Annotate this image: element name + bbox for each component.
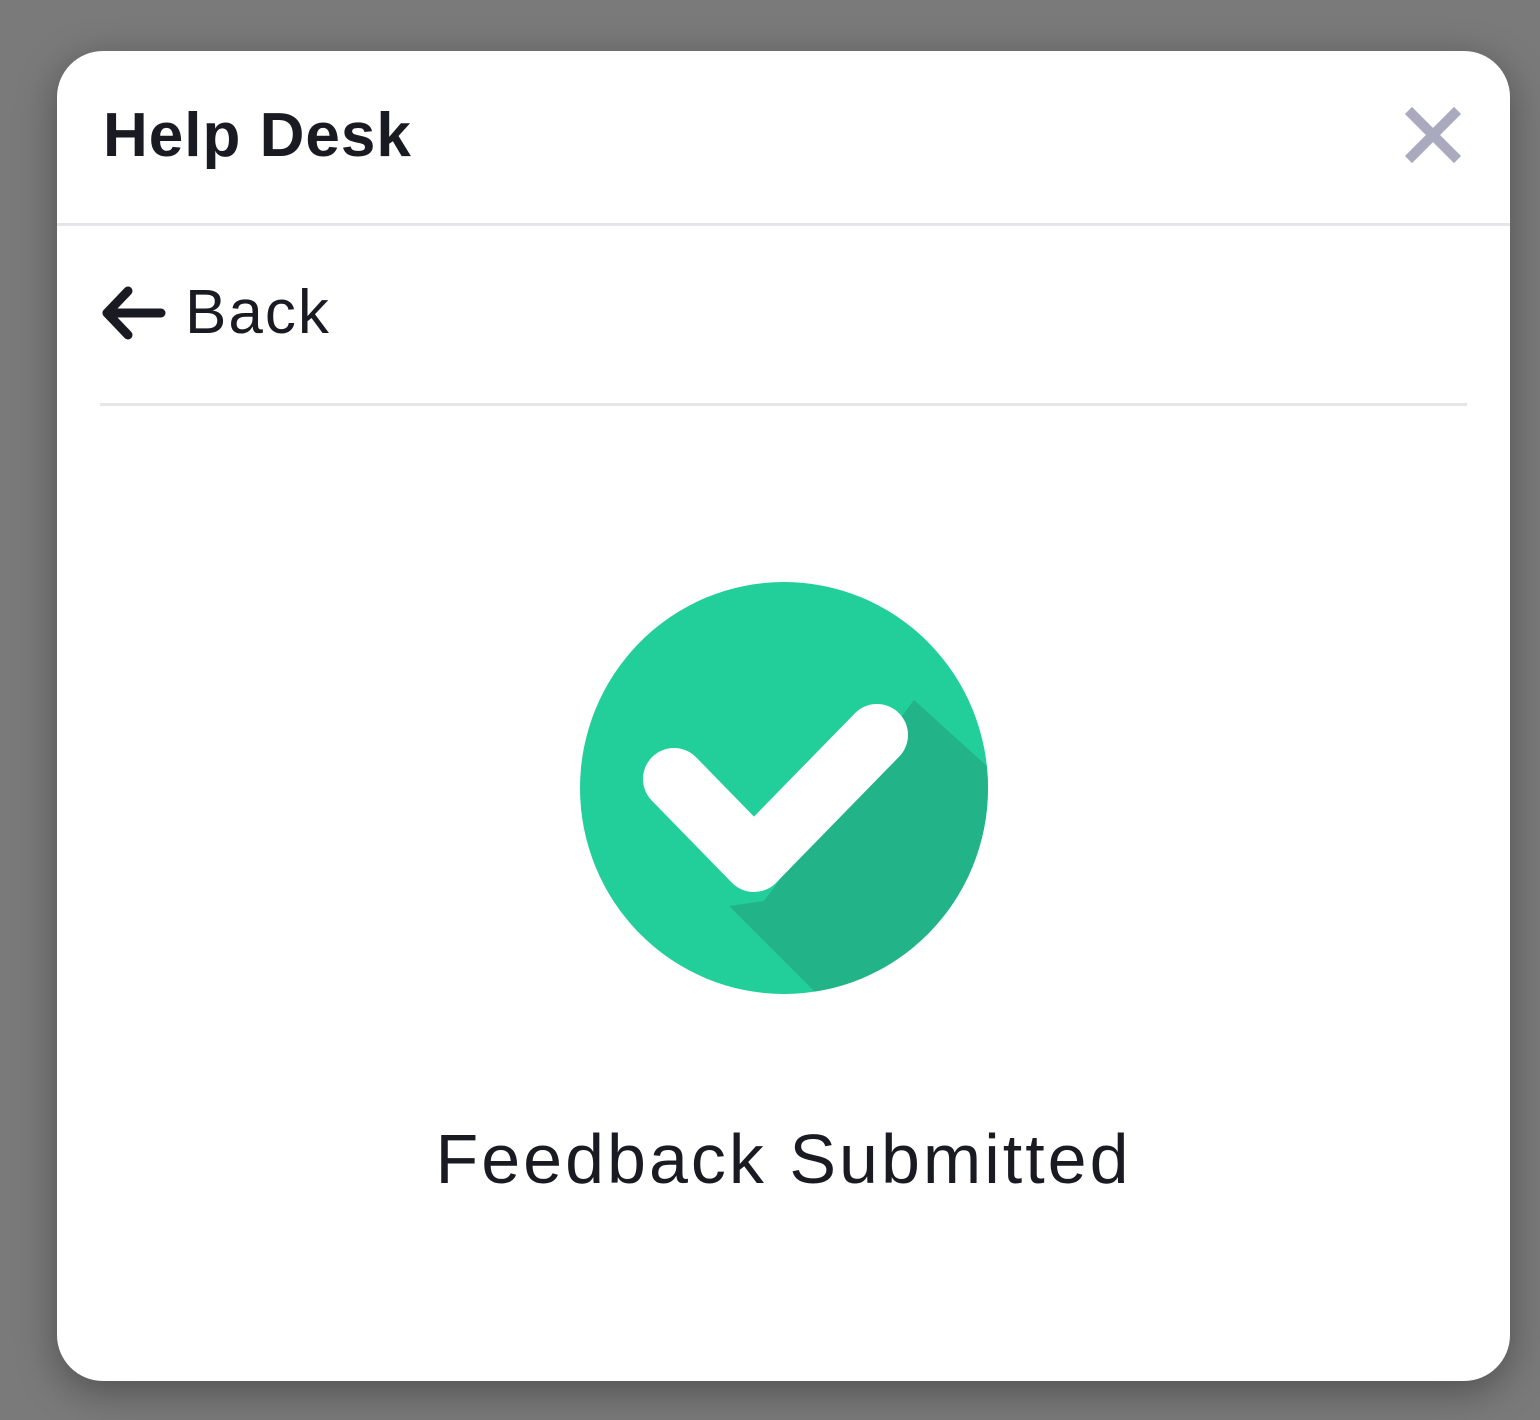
check-circle-icon: [580, 582, 988, 994]
arrow-left-icon: [102, 286, 166, 340]
modal-title: Help Desk: [103, 101, 412, 170]
divider: [100, 403, 1467, 406]
close-button[interactable]: [1395, 97, 1471, 173]
help-desk-modal: Help Desk Back Feedback Submitted: [57, 51, 1510, 1381]
back-label: Back: [185, 278, 331, 347]
modal-header: Help Desk: [57, 51, 1510, 226]
back-button[interactable]: Back: [101, 273, 331, 353]
status-message: Feedback Submitted: [435, 1120, 1132, 1198]
close-icon: [1404, 106, 1462, 164]
